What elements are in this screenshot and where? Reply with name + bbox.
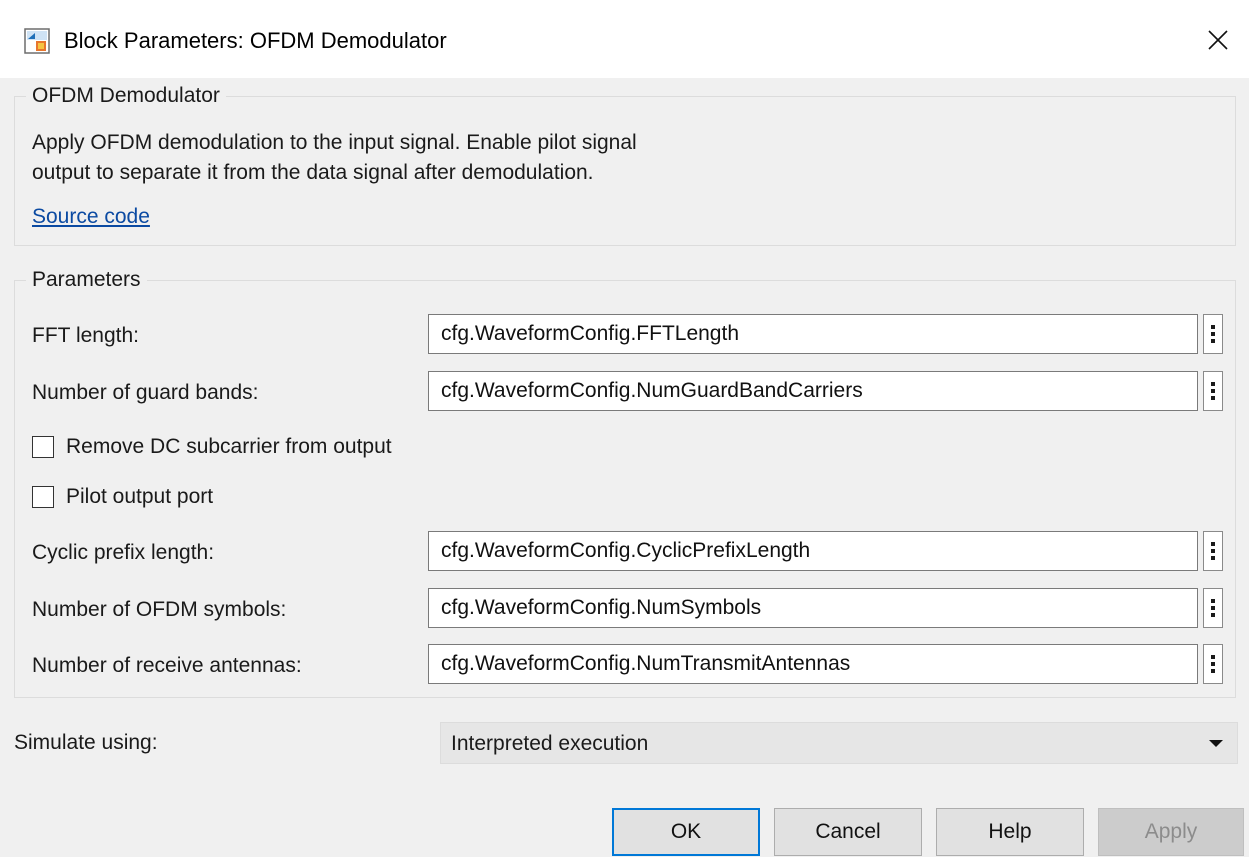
kebab-dot-icon	[1211, 655, 1215, 659]
kebab-dot-icon	[1211, 382, 1215, 386]
kebab-dot-icon	[1211, 389, 1215, 393]
description-group-title: OFDM Demodulator	[26, 84, 226, 108]
guard-bands-label: Number of guard bands:	[32, 381, 259, 404]
pilot-port-checkbox[interactable]	[32, 486, 54, 508]
ok-button[interactable]: OK	[612, 808, 760, 856]
kebab-dot-icon	[1211, 549, 1215, 553]
kebab-dot-icon	[1211, 325, 1215, 329]
kebab-dot-icon	[1211, 606, 1215, 610]
kebab-dot-icon	[1211, 613, 1215, 617]
simulate-using-label: Simulate using:	[14, 731, 158, 754]
kebab-dot-icon	[1211, 599, 1215, 603]
cyclic-prefix-options-button[interactable]	[1203, 531, 1223, 571]
kebab-dot-icon	[1211, 542, 1215, 546]
pilot-port-label: Pilot output port	[66, 485, 214, 508]
guard-bands-options-button[interactable]	[1203, 371, 1223, 411]
description-line-2: output to separate it from the data sign…	[32, 161, 594, 184]
num-symbols-options-button[interactable]	[1203, 588, 1223, 628]
fft-length-options-button[interactable]	[1203, 314, 1223, 354]
title-bar: Block Parameters: OFDM Demodulator	[0, 0, 1249, 78]
pilot-port-row: Pilot output port	[32, 482, 213, 512]
cyclic-prefix-input[interactable]	[428, 531, 1198, 571]
fft-length-input[interactable]	[428, 314, 1198, 354]
kebab-dot-icon	[1211, 396, 1215, 400]
kebab-dot-icon	[1211, 669, 1215, 673]
help-button[interactable]: Help	[936, 808, 1084, 856]
kebab-dot-icon	[1211, 339, 1215, 343]
receive-antennas-options-button[interactable]	[1203, 644, 1223, 684]
close-icon	[1208, 30, 1228, 50]
description-line-1: Apply OFDM demodulation to the input sig…	[32, 131, 637, 154]
fft-length-label: FFT length:	[32, 324, 139, 347]
apply-button[interactable]: Apply	[1098, 808, 1244, 856]
simulate-using-value: Interpreted execution	[451, 732, 649, 755]
kebab-dot-icon	[1211, 662, 1215, 666]
num-symbols-input[interactable]	[428, 588, 1198, 628]
num-symbols-label: Number of OFDM symbols:	[32, 598, 287, 621]
kebab-dot-icon	[1211, 556, 1215, 560]
block-description: Apply OFDM demodulation to the input sig…	[32, 128, 932, 188]
remove-dc-row: Remove DC subcarrier from output	[32, 432, 392, 462]
simulink-block-icon	[24, 28, 50, 54]
caret-down-icon	[1209, 740, 1223, 747]
cancel-button[interactable]: Cancel	[774, 808, 922, 856]
guard-bands-input[interactable]	[428, 371, 1198, 411]
receive-antennas-input[interactable]	[428, 644, 1198, 684]
parameters-group-title: Parameters	[26, 268, 147, 292]
remove-dc-checkbox[interactable]	[32, 436, 54, 458]
window-title: Block Parameters: OFDM Demodulator	[64, 28, 447, 53]
source-code-link[interactable]: Source code	[32, 204, 150, 230]
kebab-dot-icon	[1211, 332, 1215, 336]
receive-antennas-label: Number of receive antennas:	[32, 654, 302, 677]
cyclic-prefix-label: Cyclic prefix length:	[32, 541, 215, 564]
remove-dc-label: Remove DC subcarrier from output	[66, 435, 392, 458]
simulate-using-dropdown[interactable]: Interpreted execution	[440, 722, 1238, 764]
close-button[interactable]	[1190, 14, 1246, 66]
